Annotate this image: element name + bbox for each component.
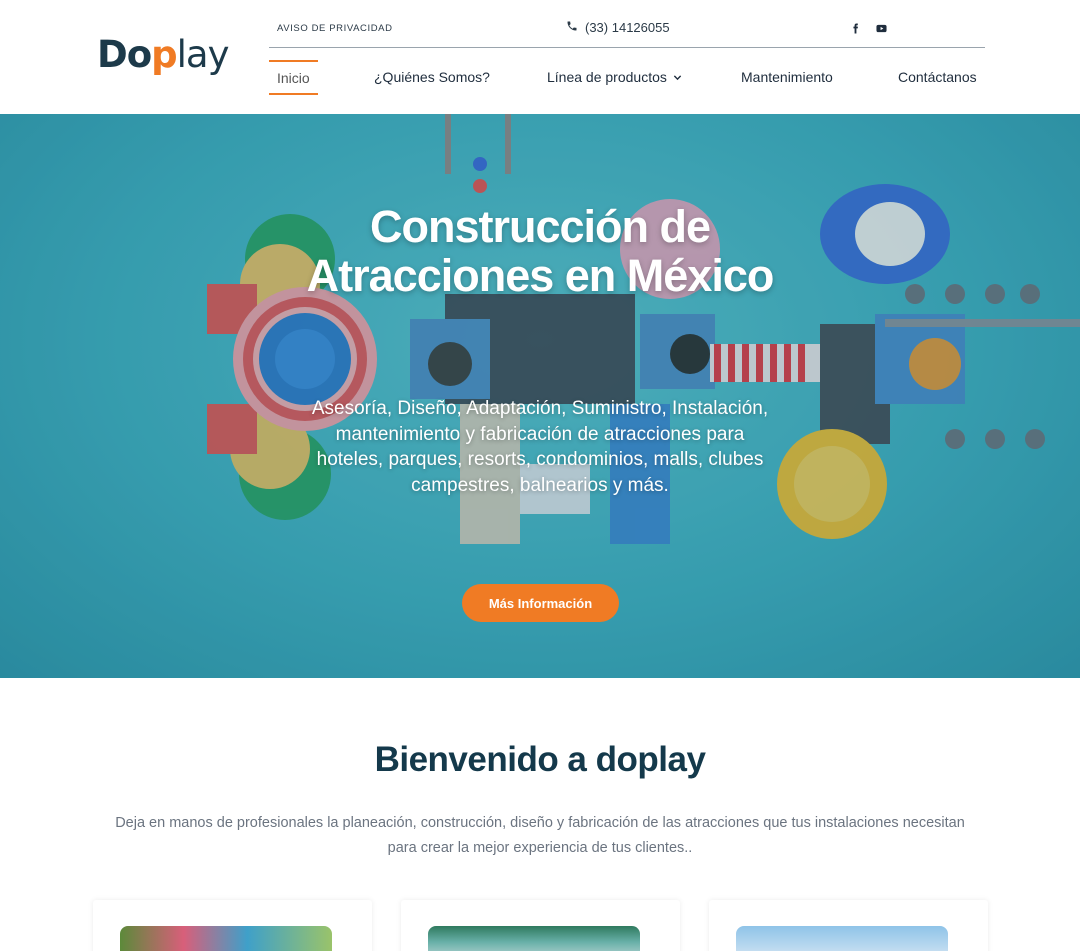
nav-item-inicio[interactable]: Inicio (269, 60, 318, 95)
chevron-down-icon (673, 69, 682, 85)
card-image (428, 926, 640, 951)
more-info-button[interactable]: Más Información (462, 584, 619, 622)
feature-card[interactable] (93, 900, 372, 951)
doplay-logo[interactable]: Doplay (97, 36, 229, 73)
privacy-link[interactable]: AVISO DE PRIVACIDAD (277, 23, 393, 34)
welcome-title: Bienvenido a doplay (374, 740, 706, 779)
nav-item-linea-de-productos[interactable]: Línea de productos (547, 60, 682, 94)
logo-text-p: p (151, 33, 177, 76)
phone-icon (566, 20, 578, 35)
youtube-icon[interactable] (875, 22, 887, 34)
nav-item-mantenimiento[interactable]: Mantenimiento (741, 60, 833, 94)
card-image (736, 926, 948, 951)
feature-card[interactable] (401, 900, 680, 951)
site-header: Doplay AVISO DE PRIVACIDAD (33) 14126055… (0, 0, 1080, 114)
hero-title: Construcción de Atracciones en México (306, 201, 775, 301)
hero-banner: Construcción de Atracciones en México As… (0, 114, 1080, 678)
nav-label: Línea de productos (547, 69, 667, 85)
phone-contact[interactable]: (33) 14126055 (566, 20, 670, 35)
nav-label: ¿Quiénes Somos? (374, 69, 490, 85)
facebook-icon[interactable] (849, 22, 861, 34)
nav-item-contactanos[interactable]: Contáctanos (898, 60, 977, 94)
logo-text-lay: lay (176, 33, 230, 76)
nav-label: Contáctanos (898, 69, 977, 85)
phone-number: (33) 14126055 (585, 20, 670, 35)
logo-text-do: Do (97, 33, 152, 76)
nav-label: Mantenimiento (741, 69, 833, 85)
main-nav: Inicio ¿Quiénes Somos? Línea de producto… (269, 60, 985, 96)
feature-card[interactable] (709, 900, 988, 951)
card-image (120, 926, 332, 951)
social-links (849, 22, 887, 34)
welcome-text: Deja en manos de profesionales la planea… (115, 815, 965, 856)
top-bar: AVISO DE PRIVACIDAD (33) 14126055 (269, 14, 985, 48)
hero-subtitle: Asesoría, Diseño, Adaptación, Suministro… (311, 398, 769, 496)
nav-item-quienes-somos[interactable]: ¿Quiénes Somos? (374, 60, 490, 94)
nav-label: Inicio (277, 69, 310, 86)
